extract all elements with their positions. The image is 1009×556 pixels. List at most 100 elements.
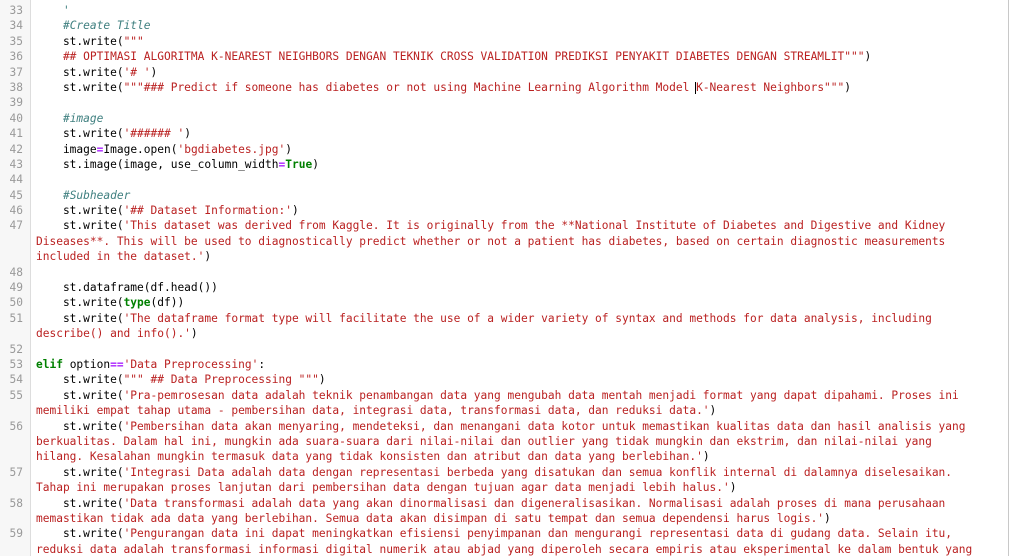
code-text[interactable]: st.write(""" [30,34,144,49]
code-token: '# ' [123,65,151,79]
code-line[interactable]: 41 st.write('###### ') [0,126,1008,141]
code-text[interactable] [30,95,36,110]
code-text[interactable]: st.write('Integrasi Data adalah data den… [30,465,952,480]
line-number: 35 [9,34,23,48]
code-line[interactable]: 45 #Subheader [0,188,1008,203]
code-line[interactable]: 50 st.write(type(df)) [0,295,1008,310]
code-line[interactable]: memastikan tidak ada data yang berlebiha… [0,511,1008,526]
line-number: 52 [9,342,23,356]
code-token: memiliki empat tahap utama - pembersihan… [36,404,710,418]
code-line[interactable]: 56 st.write('Pembersihan data akan menya… [0,419,1008,434]
code-text[interactable]: st.write('Pembersihan data akan menyarin… [30,419,966,434]
code-line[interactable]: 51 st.write('The dataframe format type w… [0,311,1008,326]
code-text[interactable]: elif option=='Data Preprocessing': [30,357,265,372]
line-number: 59 [9,527,23,541]
code-text[interactable]: st.write('Pengurangan data ini dapat men… [30,526,952,541]
code-line[interactable]: describe() and info().') [0,326,1008,341]
code-text[interactable]: describe() and info().') [30,326,198,341]
code-line[interactable]: 42 image=Image.open('bgdiabetes.jpg') [0,142,1008,157]
code-line[interactable]: 35 st.write(""" [0,34,1008,49]
code-text[interactable]: ' [30,3,76,18]
code-text[interactable]: st.write('# ') [30,65,157,80]
code-text[interactable]: Tahap ini merupakan proses lanjutan dari… [30,480,737,495]
code-text[interactable]: st.write('Pra-pemrosesan data adalah tek… [30,388,959,403]
code-line[interactable]: 59 st.write('Pengurangan data ini dapat … [0,526,1008,541]
code-text[interactable]: hilang. Kesalahan mungkin termasuk data … [30,449,710,464]
code-text[interactable]: reduksi data adalah transformasi informa… [30,542,972,556]
code-token: reduksi data adalah transformasi informa… [36,542,973,556]
code-token: ) [312,157,319,171]
code-line[interactable]: berkualitas. Dalam hal ini, mungkin ada … [0,434,1008,449]
code-editor[interactable]: 33 ' 34 #Create Title 35 st.write(""" 36 #… [0,0,1009,556]
code-text[interactable]: st.write('Data transformasi adalah data … [30,496,945,511]
code-line[interactable]: 48 [0,265,1008,280]
code-token: '###### ' [123,127,185,141]
code-text[interactable]: Diseases**. This will be used to diagnos… [30,234,945,249]
code-token: 'bgdiabetes.jpg' [177,142,286,156]
code-text[interactable]: st.write(""" ## Data Preprocessing """) [30,372,326,387]
code-line[interactable]: 53 elif option=='Data Preprocessing': [0,357,1008,372]
code-token: '## Dataset Information:' [123,204,292,218]
line-number [0,542,30,556]
code-text[interactable]: #Subheader [30,188,130,203]
code-text[interactable]: ## OPTIMASI ALGORITMA K-NEAREST NEIGHBOR… [30,49,871,64]
code-line[interactable]: 47 st.write('This dataset was derived fr… [0,218,1008,233]
code-line[interactable]: 55 st.write('Pra-pemrosesan data adalah … [0,388,1008,403]
line-number: 49 [9,281,23,295]
code-text[interactable]: memiliki empat tahap utama - pembersihan… [30,403,716,418]
code-line[interactable]: 38 st.write("""### Predict if someone ha… [0,80,1008,95]
code-line[interactable]: hilang. Kesalahan mungkin termasuk data … [0,449,1008,464]
code-text[interactable] [30,172,36,187]
code-text[interactable]: included in the dataset.') [30,249,211,264]
code-text[interactable]: #image [30,111,103,126]
code-text[interactable]: st.write('## Dataset Information:') [30,203,299,218]
code-token: st.write( [36,311,124,325]
code-line[interactable]: 33 ' [0,3,1008,18]
code-text[interactable]: st.write("""### Predict if someone has d… [30,80,851,95]
code-line[interactable]: Diseases**. This will be used to diagnos… [0,234,1008,249]
code-text[interactable]: st.write(type(df)) [30,295,184,310]
code-line[interactable]: 43 st.image(image, use_column_width=True… [0,157,1008,172]
code-line[interactable]: 49 st.dataframe(df.head()) [0,280,1008,295]
code-line[interactable]: 46 st.write('## Dataset Information:') [0,203,1008,218]
line-number: 57 [9,465,23,479]
code-token: #image [62,111,104,125]
code-text[interactable]: memastikan tidak ada data yang berlebiha… [30,511,831,526]
line-number: 37 [9,65,23,79]
code-text[interactable] [30,265,36,280]
code-token: st.write( [36,527,124,541]
code-text[interactable]: st.write('###### ') [30,126,191,141]
code-token: ) [864,50,872,64]
code-line[interactable]: 34 #Create Title [0,18,1008,33]
code-text[interactable]: #Create Title [30,18,151,33]
code-line[interactable]: 57 st.write('Integrasi Data adalah data … [0,465,1008,480]
code-token: ' [36,4,77,17]
code-line[interactable]: memiliki empat tahap utama - pembersihan… [0,403,1008,418]
code-token: hilang. Kesalahan mungkin termasuk data … [36,450,703,464]
code-text[interactable]: st.write('The dataframe format type will… [30,311,932,326]
code-line[interactable]: 54 st.write(""" ## Data Preprocessing ""… [0,372,1008,387]
code-line[interactable]: 44 [0,172,1008,187]
code-line[interactable]: 37 st.write('# ') [0,65,1008,80]
code-text[interactable]: image=Image.open('bgdiabetes.jpg') [30,142,292,157]
code-line[interactable]: 36 ## OPTIMASI ALGORITMA K-NEAREST NEIGH… [0,49,1008,64]
code-line[interactable]: Tahap ini merupakan proses lanjutan dari… [0,480,1008,495]
code-text[interactable]: st.write('This dataset was derived from … [30,218,945,233]
code-token: """ [123,34,144,48]
code-text[interactable]: st.image(image, use_column_width=True) [30,157,319,172]
code-token: ## OPTIMASI ALGORITMA K-NEAREST NEIGHBOR… [36,50,865,64]
code-token: st.write( [36,465,124,479]
code-text[interactable] [30,342,36,357]
code-text[interactable]: st.dataframe(df.head()) [30,280,218,295]
code-token: #Create Title [62,19,151,33]
code-line[interactable]: 52 [0,342,1008,357]
code-text[interactable]: berkualitas. Dalam hal ini, mungkin ada … [30,434,932,449]
code-line[interactable]: included in the dataset.') [0,249,1008,264]
code-line[interactable]: 40 #image [0,111,1008,126]
code-line[interactable]: reduksi data adalah transformasi informa… [0,542,1008,556]
code-token: memastikan tidak ada data yang berlebiha… [36,511,825,525]
code-line[interactable]: 58 st.write('Data transformasi adalah da… [0,496,1008,511]
code-lines[interactable]: 33 ' 34 #Create Title 35 st.write(""" 36 #… [0,0,1008,556]
line-number: 40 [9,111,23,125]
code-line[interactable]: 39 [0,95,1008,110]
